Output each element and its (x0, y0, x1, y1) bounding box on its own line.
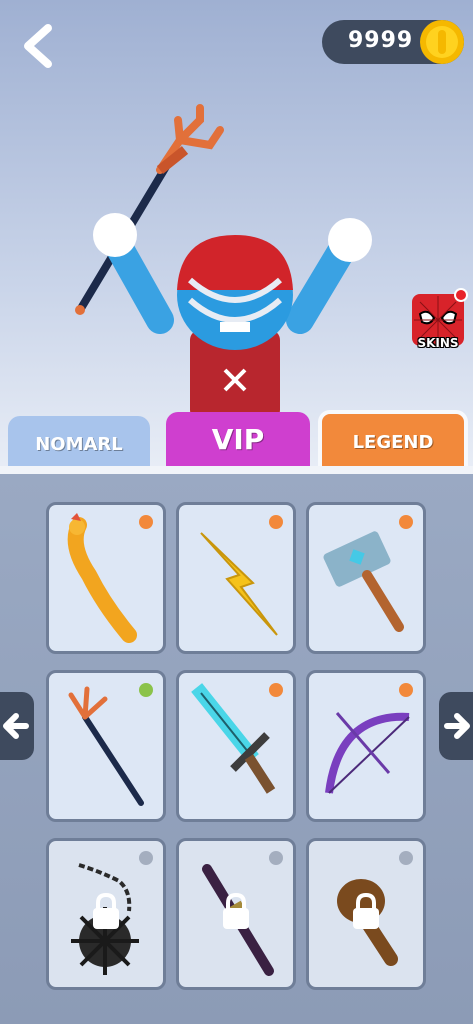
skins-button[interactable]: SKINS (410, 288, 468, 354)
status-dot (269, 683, 283, 697)
status-dot (269, 515, 283, 529)
prev-page-button[interactable] (0, 692, 34, 760)
item-spiked-mace[interactable] (46, 838, 166, 990)
tab-divider (0, 466, 473, 474)
tab-vip[interactable]: VIP (166, 412, 310, 470)
item-purple-bow[interactable] (306, 670, 426, 822)
status-dot (139, 515, 153, 529)
equipped-dot (139, 683, 153, 697)
item-scepter[interactable] (176, 838, 296, 990)
item-trident[interactable] (46, 670, 166, 822)
character-preview-area: 9999 SKINS (0, 0, 473, 470)
tab-normal[interactable]: NOMARL (8, 416, 150, 472)
item-lightning-bolt[interactable] (176, 502, 296, 654)
arrow-left-icon (3, 713, 29, 739)
arrow-right-icon (444, 713, 470, 739)
item-wooden-club[interactable] (306, 838, 426, 990)
coin-value: 9999 (348, 28, 414, 53)
coin-balance: 9999 (322, 20, 464, 64)
skins-label: SKINS (417, 336, 459, 350)
tab-legend[interactable]: LEGEND (318, 410, 468, 470)
item-diamond-sword[interactable] (176, 670, 296, 822)
lock-icon (93, 892, 119, 929)
status-dot (139, 851, 153, 865)
character-model (75, 104, 372, 420)
next-page-button[interactable] (439, 692, 473, 760)
status-dot (399, 851, 413, 865)
lock-icon (353, 892, 379, 929)
status-dot (269, 851, 283, 865)
back-arrow-icon[interactable] (18, 22, 58, 70)
lock-icon (223, 892, 249, 929)
coin-icon (420, 20, 464, 64)
status-dot (399, 683, 413, 697)
status-dot (399, 515, 413, 529)
item-rubber-chicken[interactable] (46, 502, 166, 654)
item-stone-hammer[interactable] (306, 502, 426, 654)
notification-dot (454, 288, 468, 302)
